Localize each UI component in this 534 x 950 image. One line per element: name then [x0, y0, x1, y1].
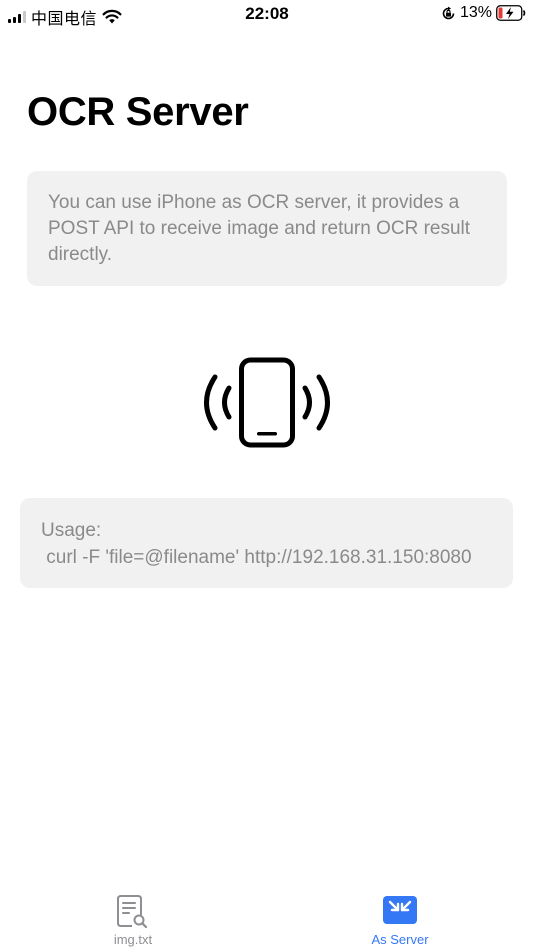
rotation-lock-icon [442, 6, 455, 19]
tab-as-server[interactable]: As Server [330, 894, 470, 947]
page-title: OCR Server [27, 90, 249, 134]
tab-as-server-label: As Server [371, 932, 429, 947]
phone-vibrate-icon [204, 357, 330, 448]
status-bar: 中国电信 22:08 13% [0, 0, 534, 28]
description-text: You can use iPhone as OCR server, it pro… [48, 192, 471, 265]
document-search-icon [117, 895, 148, 928]
usage-label: Usage: [41, 520, 102, 541]
usage-command: curl -F 'file=@filename' http://192.168.… [41, 547, 472, 568]
tab-bar: img.txt As Server [0, 880, 534, 950]
status-bar-right: 13% [441, 4, 526, 22]
tab-img-txt[interactable]: img.txt [63, 894, 203, 947]
arrows-inward-icon [383, 896, 417, 924]
description-box: You can use iPhone as OCR server, it pro… [27, 171, 507, 286]
tab-img-txt-label: img.txt [113, 932, 153, 947]
usage-box: Usage: curl -F 'file=@filename' http://1… [20, 498, 513, 588]
battery-percent: 13% [459, 4, 492, 21]
battery-charging-icon [496, 5, 526, 21]
